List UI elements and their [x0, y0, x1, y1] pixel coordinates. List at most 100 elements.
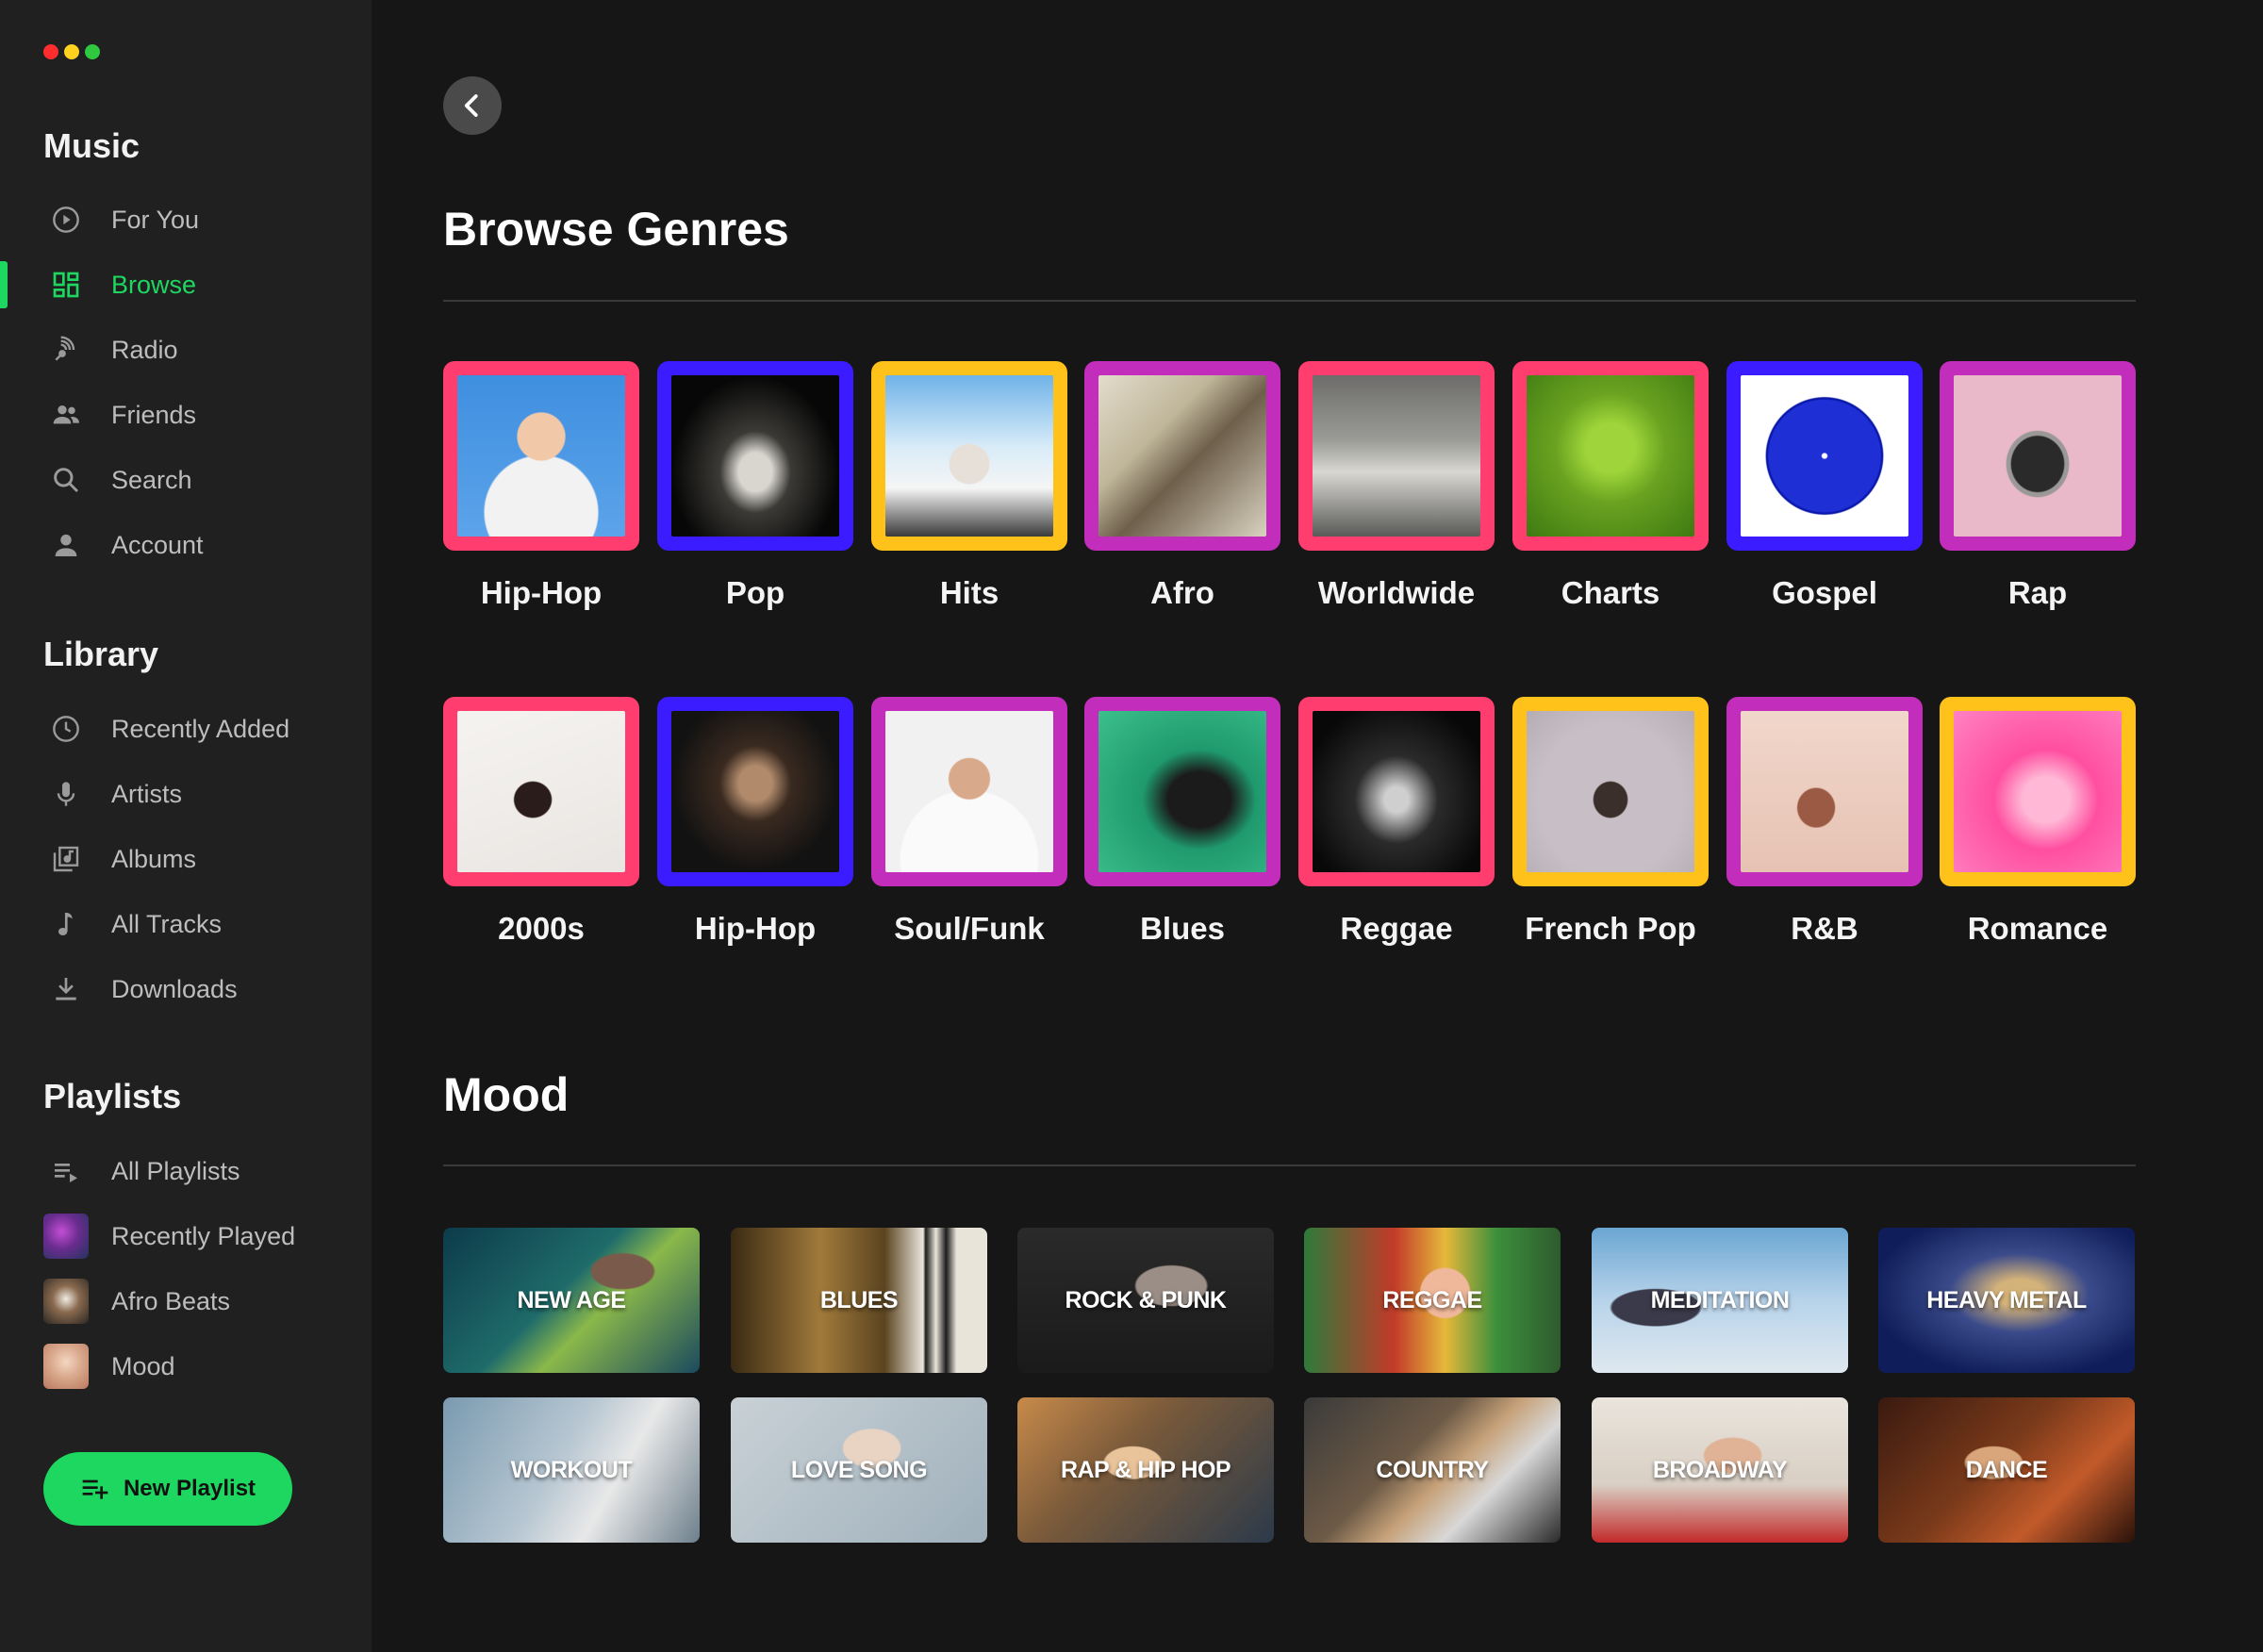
- mood-label: WORKOUT: [510, 1456, 633, 1483]
- genre-album-art: [671, 375, 839, 537]
- album-icon: [49, 844, 83, 874]
- mood-tile-workout[interactable]: WORKOUT: [443, 1397, 700, 1543]
- play-circle-icon: [49, 205, 83, 235]
- sidebar-item-label: Friends: [111, 400, 197, 429]
- sidebar-item-radio[interactable]: Radio: [0, 322, 372, 378]
- radio-icon: [49, 335, 83, 365]
- genre-frame: [443, 697, 639, 886]
- sidebar-item-mood[interactable]: Mood: [0, 1338, 372, 1395]
- close-window-button[interactable]: [43, 44, 58, 59]
- genre-tile-romance[interactable]: Romance: [1940, 697, 2136, 946]
- genre-frame: [1084, 697, 1280, 886]
- download-icon: [49, 974, 83, 1004]
- sidebar-item-label: Afro Beats: [111, 1286, 231, 1315]
- search-icon: [49, 465, 83, 495]
- playlist-thumbnail: [43, 1344, 89, 1389]
- mood-tile-country[interactable]: COUNTRY: [1304, 1397, 1561, 1543]
- genre-tile-reggae[interactable]: Reggae: [1298, 697, 1495, 946]
- genre-frame: [657, 361, 853, 551]
- sidebar-item-afro-beats[interactable]: Afro Beats: [0, 1273, 372, 1330]
- mood-tile-blues[interactable]: BLUES: [731, 1228, 987, 1373]
- genre-tile-hits[interactable]: Hits: [871, 361, 1067, 610]
- genre-album-art: [1527, 711, 1694, 872]
- genre-frame: [1298, 361, 1495, 551]
- genre-tile-gospel[interactable]: Gospel: [1726, 361, 1923, 610]
- sidebar-item-for-you[interactable]: For You: [0, 191, 372, 248]
- genre-frame: [443, 361, 639, 551]
- genre-frame: [657, 697, 853, 886]
- sidebar-item-albums[interactable]: Albums: [0, 831, 372, 887]
- clock-icon: [49, 714, 83, 744]
- sidebar-item-artists[interactable]: Artists: [0, 766, 372, 822]
- sidebar-item-recently-added[interactable]: Recently Added: [0, 701, 372, 757]
- genre-frame: [1298, 697, 1495, 886]
- genre-tile-charts[interactable]: Charts: [1512, 361, 1709, 610]
- new-playlist-button[interactable]: New Playlist: [43, 1452, 292, 1526]
- sidebar-item-recently-played[interactable]: Recently Played: [0, 1208, 372, 1264]
- active-indicator: [0, 261, 8, 308]
- maximize-window-button[interactable]: [85, 44, 100, 59]
- genre-frame: [1084, 361, 1280, 551]
- genre-album-art: [1741, 711, 1908, 872]
- sidebar-item-browse[interactable]: Browse: [0, 256, 372, 313]
- playlist-thumbnail: [43, 1279, 89, 1324]
- genre-album-art: [1098, 711, 1266, 872]
- mood-tile-new-age[interactable]: NEW AGE: [443, 1228, 700, 1373]
- sidebar-item-label: All Tracks: [111, 909, 223, 938]
- mood-label: REGGAE: [1382, 1286, 1482, 1313]
- genre-tile-hip-hop[interactable]: Hip-Hop: [657, 697, 853, 946]
- sidebar-item-account[interactable]: Account: [0, 517, 372, 573]
- genre-album-art: [1313, 375, 1480, 537]
- browse-genres-title: Browse Genres: [443, 203, 789, 256]
- genre-tile-french-pop[interactable]: French Pop: [1512, 697, 1709, 946]
- mood-title: Mood: [443, 1068, 570, 1121]
- genre-frame: [1726, 697, 1923, 886]
- mood-tile-reggae[interactable]: REGGAE: [1304, 1228, 1561, 1373]
- mood-tile-love-song[interactable]: LOVE SONG: [731, 1397, 987, 1543]
- mood-label: BLUES: [819, 1286, 899, 1313]
- genre-tile-soul-funk[interactable]: Soul/Funk: [871, 697, 1067, 946]
- mood-label: MEDITATION: [1650, 1286, 1790, 1313]
- back-button[interactable]: [443, 76, 502, 135]
- sidebar-item-all-playlists[interactable]: All Playlists: [0, 1143, 372, 1199]
- minimize-window-button[interactable]: [64, 44, 79, 59]
- genre-tile-rap[interactable]: Rap: [1940, 361, 2136, 610]
- divider: [443, 1165, 2136, 1166]
- sidebar-item-label: Search: [111, 465, 192, 494]
- sidebar-item-label: Browse: [111, 270, 197, 299]
- music-app: Music For You Browse Radio Friends Searc…: [0, 0, 2263, 1652]
- genre-frame: [1940, 361, 2136, 551]
- mood-tile-heavy-metal[interactable]: HEAVY METAL: [1878, 1228, 2135, 1373]
- genre-tile-pop[interactable]: Pop: [657, 361, 853, 610]
- chevron-left-icon: [458, 91, 487, 120]
- mood-tile-rock-punk[interactable]: ROCK & PUNK: [1017, 1228, 1274, 1373]
- genre-frame: [1940, 697, 2136, 886]
- sidebar-item-label: All Playlists: [111, 1156, 240, 1185]
- genre-label: Rap: [2007, 575, 2068, 610]
- mood-label: RAP & HIP HOP: [1060, 1456, 1231, 1483]
- mood-tile-rap-hip-hop[interactable]: RAP & HIP HOP: [1017, 1397, 1274, 1543]
- genre-tile-r-b[interactable]: R&B: [1726, 697, 1923, 946]
- sidebar-item-all-tracks[interactable]: All Tracks: [0, 896, 372, 952]
- genre-tile-hip-hop[interactable]: Hip-Hop: [443, 361, 639, 610]
- genre-tile-2000s[interactable]: 2000s: [443, 697, 639, 946]
- genre-tile-afro[interactable]: Afro: [1084, 361, 1280, 610]
- sidebar-item-friends[interactable]: Friends: [0, 387, 372, 443]
- genre-tile-blues[interactable]: Blues: [1084, 697, 1280, 946]
- genre-frame: [871, 697, 1067, 886]
- sidebar-item-label: Downloads: [111, 974, 238, 1003]
- genre-label: Romance: [1967, 911, 2108, 946]
- sidebar-item-label: Albums: [111, 844, 197, 873]
- genre-tile-worldwide[interactable]: Worldwide: [1298, 361, 1495, 610]
- music-section-title: Music: [43, 126, 140, 165]
- playlist-thumbnail: [43, 1214, 89, 1259]
- genre-frame: [871, 361, 1067, 551]
- mood-tile-meditation[interactable]: MEDITATION: [1592, 1228, 1848, 1373]
- genre-album-art: [671, 711, 839, 872]
- mood-tile-broadway[interactable]: BROADWAY: [1592, 1397, 1848, 1543]
- mood-tile-dance[interactable]: DANCE: [1878, 1397, 2135, 1543]
- mood-label: COUNTRY: [1376, 1456, 1489, 1483]
- mood-label: ROCK & PUNK: [1065, 1286, 1227, 1313]
- sidebar-item-downloads[interactable]: Downloads: [0, 961, 372, 1017]
- sidebar-item-search[interactable]: Search: [0, 452, 372, 508]
